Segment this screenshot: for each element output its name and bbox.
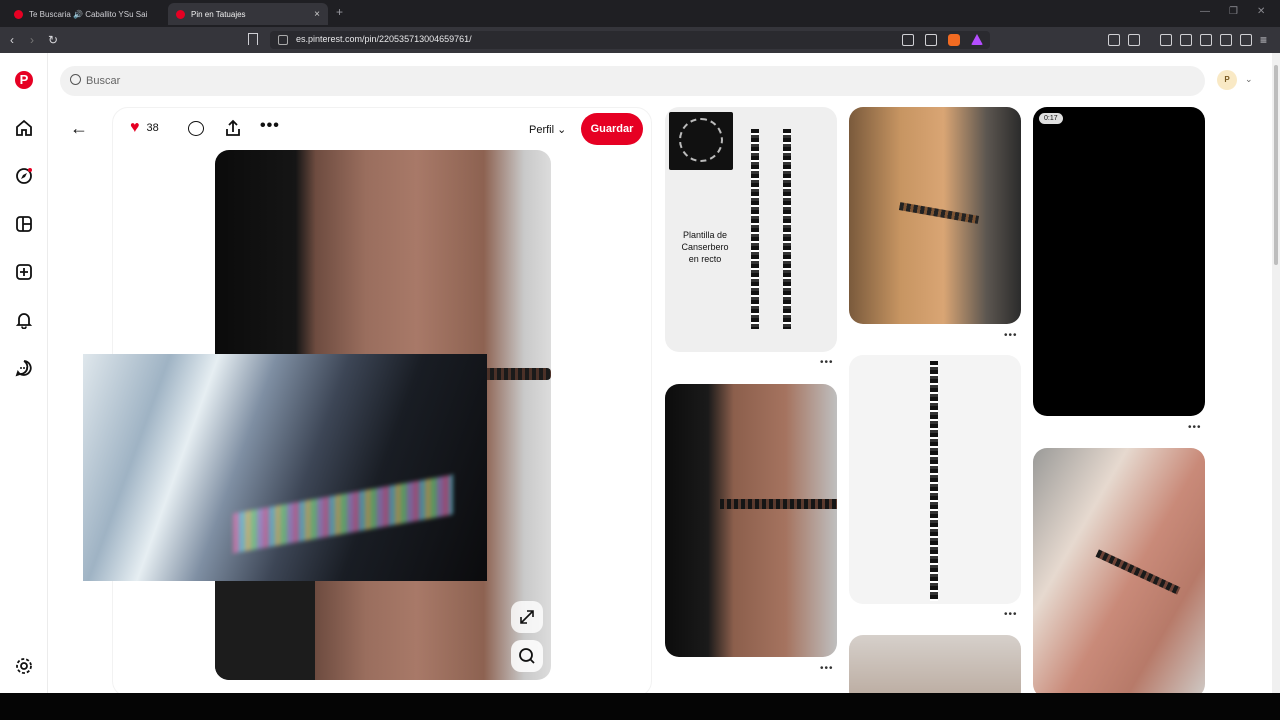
forward-nav-icon[interactable]: › [30, 33, 34, 47]
site-info-icon[interactable] [278, 35, 288, 45]
spine-drawing [751, 129, 759, 329]
explore-icon[interactable] [15, 167, 33, 185]
url-text[interactable]: es.pinterest.com/pin/220535713004659761/ [296, 34, 472, 44]
like-button[interactable]: ♥ 38 [130, 120, 159, 136]
comment-icon[interactable] [188, 121, 204, 136]
pinterest-page: P P ⌄ ← ♥ 38 ••• Perfil ⌄ Guardar [0, 53, 1272, 693]
pinterest-favicon-icon [14, 9, 23, 19]
cast-icon[interactable] [902, 34, 914, 46]
expand-button[interactable] [511, 601, 543, 633]
create-icon[interactable] [15, 263, 33, 281]
image-shadow [215, 580, 315, 680]
messages-icon[interactable] [15, 359, 33, 377]
back-nav-icon[interactable]: ‹ [10, 33, 14, 47]
reload-icon[interactable]: ↻ [48, 33, 58, 47]
like-count: 38 [146, 122, 159, 134]
more-options-icon[interactable]: ••• [820, 357, 834, 368]
share-page-icon[interactable] [925, 34, 937, 46]
wallet-icon[interactable] [1200, 34, 1212, 46]
new-tab-icon[interactable]: + [336, 5, 343, 19]
boards-icon[interactable] [15, 215, 33, 233]
pin-card-template[interactable]: Plantilla de Canserbero en recto [665, 107, 837, 352]
search-input[interactable] [86, 66, 986, 96]
tab-label: Pin en Tatuajes [191, 9, 246, 19]
chevron-down-icon[interactable]: ⌄ [1245, 74, 1253, 85]
blurred-keyboard-lights [233, 474, 453, 554]
more-options-icon[interactable]: ••• [1004, 330, 1018, 341]
address-bar[interactable]: es.pinterest.com/pin/220535713004659761/ [270, 31, 990, 49]
left-rail: P [0, 53, 48, 693]
pinterest-favicon-icon [176, 9, 185, 19]
search-icon [70, 74, 81, 85]
video-duration: 0:17 [1039, 113, 1063, 124]
pin-card-forearm-script[interactable] [1033, 448, 1205, 693]
browser-navbar: ‹ › ↻ es.pinterest.com/pin/2205357130046… [0, 27, 1280, 53]
pin-card-arm[interactable] [849, 107, 1021, 324]
sidebar-icon[interactable] [1180, 34, 1192, 46]
lens-search-icon [519, 648, 535, 664]
leo-icon[interactable] [1220, 34, 1232, 46]
os-taskbar [0, 693, 1280, 720]
pin-card-video[interactable]: 0:17 [1033, 107, 1205, 416]
more-options-icon[interactable]: ••• [260, 117, 280, 135]
minimize-icon[interactable]: — [1200, 6, 1210, 17]
spine-drawing [783, 129, 791, 329]
search-bar[interactable] [60, 66, 1205, 96]
settings-gear-icon[interactable] [15, 657, 33, 675]
pin-card-drawing[interactable] [849, 355, 1021, 604]
seal-icon [679, 118, 723, 162]
home-icon[interactable] [15, 119, 33, 137]
screenshot-icon[interactable] [1128, 34, 1140, 46]
page-scrollbar[interactable] [1272, 53, 1280, 693]
template-caption: Plantilla de Canserbero en recto [681, 230, 729, 264]
maximize-icon[interactable]: ❐ [1229, 6, 1238, 17]
tattoo-band [898, 202, 980, 224]
extensions-icon[interactable] [1108, 34, 1120, 46]
notifications-icon[interactable] [15, 311, 33, 329]
webcam-overlay [83, 354, 487, 581]
brave-shield-icon[interactable] [948, 34, 960, 46]
vpn-icon[interactable] [1240, 34, 1252, 46]
menu-icon[interactable]: ≡ [1260, 33, 1267, 47]
tattoo-band [1095, 549, 1181, 595]
share-icon[interactable] [224, 119, 242, 137]
window-close-icon[interactable]: ✕ [1257, 6, 1265, 17]
rewards-icon[interactable] [971, 34, 983, 45]
tattoo-band [720, 499, 837, 509]
scroll-thumb[interactable] [1274, 65, 1278, 265]
spine-drawing [930, 361, 938, 601]
pin-card-forearm[interactable] [665, 384, 837, 657]
browser-tab-music[interactable]: Te Buscaria 🔊 Caballito YSu Sai [6, 3, 164, 25]
pinterest-logo-icon[interactable]: P [15, 71, 33, 89]
avatar[interactable]: P [1217, 70, 1237, 90]
expand-icon [520, 610, 534, 624]
tab-close-icon[interactable]: × [314, 9, 320, 20]
bookmark-icon[interactable] [248, 33, 258, 45]
browser-tabbar: Te Buscaria 🔊 Caballito YSu Sai Pin en T… [0, 0, 1280, 27]
media-icon[interactable] [1160, 34, 1172, 46]
tab-label: Te Buscaria 🔊 Caballito YSu Sai [29, 9, 148, 19]
profile-dropdown[interactable]: Perfil ⌄ [529, 123, 566, 136]
visual-search-button[interactable] [511, 640, 543, 672]
more-options-icon[interactable]: ••• [820, 663, 834, 674]
save-button[interactable]: Guardar [581, 113, 643, 145]
more-options-icon[interactable]: ••• [1188, 422, 1202, 433]
browser-tab-pin[interactable]: Pin en Tatuajes × [168, 3, 328, 25]
more-options-icon[interactable]: ••• [1004, 609, 1018, 620]
logo-thumbnail [669, 112, 733, 170]
back-arrow-icon[interactable]: ← [70, 118, 88, 139]
profile-label: Perfil [529, 124, 555, 136]
heart-icon: ♥ [130, 119, 140, 136]
pin-card-partial[interactable] [849, 635, 1021, 693]
